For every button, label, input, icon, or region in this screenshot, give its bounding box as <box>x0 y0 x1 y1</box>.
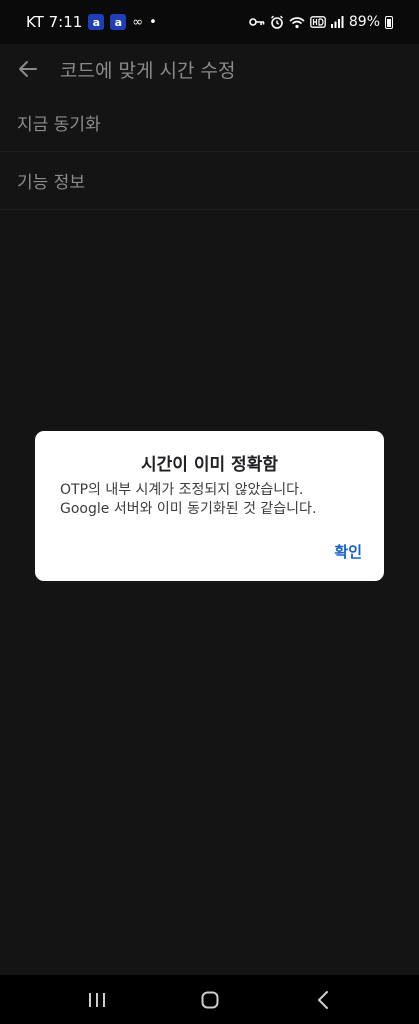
recents-icon <box>88 992 105 1007</box>
home-button[interactable] <box>185 980 235 1020</box>
key-icon <box>249 18 265 26</box>
status-bar: KT 7:11 a a ∞ • 89% <box>0 0 419 44</box>
time-correct-dialog: 시간이 이미 정확함 OTP의 내부 시계가 조정되지 않았습니다. Googl… <box>35 431 384 581</box>
menu-item-feature-info[interactable]: 기능 정보 <box>0 152 419 210</box>
more-notifications-dot-icon: • <box>149 14 157 30</box>
signal-icon <box>330 16 344 28</box>
notification-app-icon: a <box>110 14 127 30</box>
app-bar: 코드에 맞게 시간 수정 <box>0 44 419 94</box>
confirm-button[interactable]: 확인 <box>334 541 362 562</box>
navigation-bar <box>0 975 419 1024</box>
back-button[interactable] <box>0 60 56 78</box>
back-icon <box>317 990 328 1009</box>
notification-app-icon: a <box>88 14 105 30</box>
status-left: KT 7:11 a a ∞ • <box>26 13 157 31</box>
menu-item-sync-now[interactable]: 지금 동기화 <box>0 94 419 152</box>
nav-back-button[interactable] <box>298 980 348 1020</box>
alarm-icon <box>270 15 283 29</box>
battery-percent: 89% <box>348 14 380 30</box>
page-title: 코드에 맞게 시간 수정 <box>60 59 236 82</box>
hd-icon <box>310 16 326 28</box>
status-right: 89% <box>249 14 393 30</box>
screen: KT 7:11 a a ∞ • 89% 코드에 맞게 시간 수정 지금 동기화 … <box>0 0 419 1024</box>
infinity-icon: ∞ <box>132 14 144 30</box>
home-icon <box>201 991 218 1008</box>
recents-button[interactable] <box>72 980 122 1020</box>
menu-item-label: 기능 정보 <box>17 173 85 193</box>
carrier-time: KT 7:11 <box>26 13 83 31</box>
wifi-icon <box>289 16 305 28</box>
dialog-message-line: OTP의 내부 시계가 조정되지 않았습니다. <box>60 482 304 498</box>
arrow-left-icon <box>19 61 37 77</box>
dialog-message-line: Google 서버와 이미 동기화된 것 같습니다. <box>60 501 317 517</box>
dialog-message: OTP의 내부 시계가 조정되지 않았습니다. Google 서버와 이미 동기… <box>60 481 370 519</box>
battery-icon <box>385 15 393 29</box>
dialog-title: 시간이 이미 정확함 <box>141 455 278 475</box>
menu-item-label: 지금 동기화 <box>17 115 101 135</box>
